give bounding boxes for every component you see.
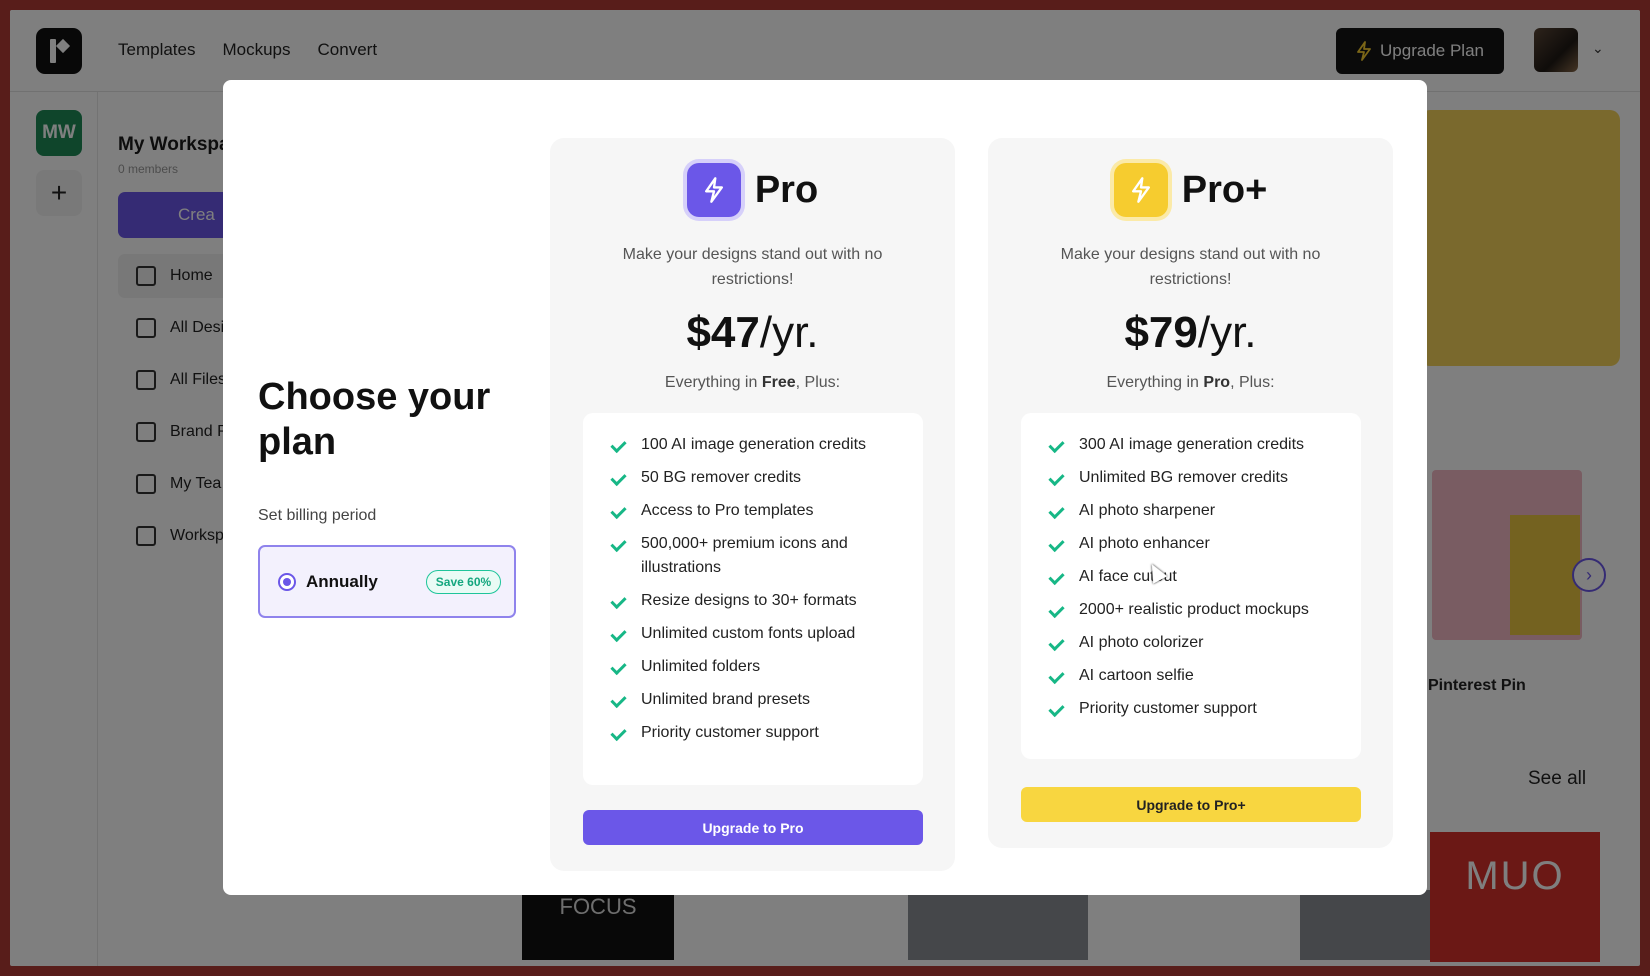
feature-label: Unlimited brand presets <box>641 691 810 708</box>
feature-label: Unlimited custom fonts upload <box>641 625 856 642</box>
price-period: /yr. <box>759 308 819 357</box>
includes-suffix: , Plus: <box>1230 374 1275 391</box>
feature-label: AI photo colorizer <box>1079 634 1204 651</box>
plan-includes: Everything in Free, Plus: <box>550 374 955 392</box>
feature-item: 300 AI image generation credits <box>1049 433 1337 457</box>
feature-label: Resize designs to 30+ formats <box>641 592 857 609</box>
check-icon <box>1049 598 1065 622</box>
feature-item: Unlimited BG remover credits <box>1049 466 1337 490</box>
feature-item: AI photo enhancer <box>1049 532 1337 556</box>
check-icon <box>1049 565 1065 589</box>
feature-label: Priority customer support <box>641 724 819 741</box>
includes-prefix: Everything in <box>664 374 762 391</box>
feature-label: AI photo sharpener <box>1079 502 1216 519</box>
check-icon <box>1049 499 1065 523</box>
feature-label: 50 BG remover credits <box>641 469 802 486</box>
feature-label: 2000+ realistic product mockups <box>1079 601 1309 618</box>
check-icon <box>611 433 627 457</box>
check-icon <box>1049 466 1065 490</box>
feature-label: 500,000+ premium icons and illustrations <box>641 535 848 576</box>
check-icon <box>611 655 627 679</box>
feature-item: Unlimited custom fonts upload <box>611 622 899 646</box>
plan-header: Pro <box>550 163 955 217</box>
check-icon <box>1049 433 1065 457</box>
billing-period-label: Set billing period <box>258 507 377 524</box>
feature-label: 300 AI image generation credits <box>1079 436 1305 453</box>
price-period: /yr. <box>1197 308 1257 357</box>
check-icon <box>611 466 627 490</box>
modal-title: Choose your plan <box>258 376 491 463</box>
check-icon <box>1049 532 1065 556</box>
includes-suffix: , Plus: <box>795 374 841 391</box>
upgrade-to-pro-plus-button[interactable]: Upgrade to Pro+ <box>1021 787 1361 822</box>
check-icon <box>1049 664 1065 688</box>
check-icon <box>611 688 627 712</box>
feature-label: AI photo enhancer <box>1079 535 1210 552</box>
plan-price: $47/yr. <box>550 308 955 358</box>
plan-description: Make your designs stand out with no rest… <box>1060 246 1321 288</box>
includes-tier: Free <box>761 374 796 391</box>
lightning-icon <box>1113 163 1168 217</box>
plan-name: Pro+ <box>1181 168 1268 211</box>
upgrade-to-pro-button[interactable]: Upgrade to Pro <box>583 810 923 845</box>
plan-description: Make your designs stand out with no rest… <box>622 246 883 288</box>
plan-includes: Everything in Pro, Plus: <box>988 374 1393 392</box>
check-icon <box>611 622 627 646</box>
check-icon <box>1049 631 1065 655</box>
feature-item: 2000+ realistic product mockups <box>1049 598 1337 622</box>
radio-selected-icon[interactable] <box>278 572 296 591</box>
check-icon <box>611 721 627 745</box>
feature-label: 100 AI image generation credits <box>641 436 867 453</box>
feature-item: 500,000+ premium icons and illustrations <box>611 532 899 580</box>
save-badge: Save 60% <box>425 569 502 594</box>
plan-card-pro-plus: Pro+ Make your designs stand out with no… <box>988 138 1393 848</box>
plan-price: $79/yr. <box>988 308 1393 358</box>
check-icon <box>611 589 627 613</box>
feature-item: Access to Pro templates <box>611 499 899 523</box>
includes-prefix: Everything in <box>1106 374 1204 391</box>
billing-option-label: Annually <box>306 571 378 591</box>
feature-item: Priority customer support <box>1049 697 1337 721</box>
check-icon <box>611 499 627 523</box>
plan-name: Pro <box>754 168 819 211</box>
lightning-icon <box>686 163 741 217</box>
feature-item: AI photo sharpener <box>1049 499 1337 523</box>
plan-header: Pro+ <box>988 163 1393 217</box>
feature-item: 100 AI image generation credits <box>611 433 899 457</box>
price-amount: $79 <box>1124 308 1198 357</box>
feature-label: Access to Pro templates <box>641 502 814 519</box>
feature-label: Unlimited folders <box>641 658 761 675</box>
plan-card-pro: Pro Make your designs stand out with no … <box>550 138 955 871</box>
feature-list: 300 AI image generation credits Unlimite… <box>1021 413 1361 759</box>
feature-item: AI face cutout <box>1049 565 1337 589</box>
price-amount: $47 <box>686 308 760 357</box>
feature-item: AI photo colorizer <box>1049 631 1337 655</box>
feature-item: Priority customer support <box>611 721 899 745</box>
feature-label: Unlimited BG remover credits <box>1079 469 1288 486</box>
check-icon <box>611 532 627 556</box>
feature-item: Unlimited brand presets <box>611 688 899 712</box>
feature-item: Resize designs to 30+ formats <box>611 589 899 613</box>
feature-label: AI cartoon selfie <box>1079 667 1194 684</box>
feature-label: Priority customer support <box>1079 700 1257 717</box>
includes-tier: Pro <box>1203 374 1231 391</box>
upgrade-modal: Choose your plan Set billing period Annu… <box>223 80 1427 895</box>
feature-item: Unlimited folders <box>611 655 899 679</box>
check-icon <box>1049 697 1065 721</box>
feature-item: 50 BG remover credits <box>611 466 899 490</box>
billing-option-annually[interactable]: Annually Save 60% <box>258 545 516 618</box>
feature-list: 100 AI image generation credits 50 BG re… <box>583 413 923 785</box>
feature-item: AI cartoon selfie <box>1049 664 1337 688</box>
